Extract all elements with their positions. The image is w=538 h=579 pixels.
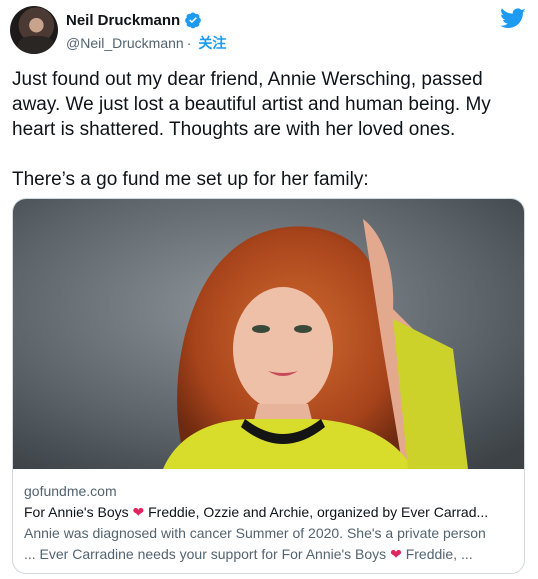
twitter-bird-icon[interactable] <box>500 8 526 30</box>
follow-button[interactable]: 关注 <box>198 33 226 53</box>
card-title[interactable]: For Annie's Boys ❤ Freddie, Ozzie and Ar… <box>24 502 514 523</box>
separator-dot: · <box>186 35 192 51</box>
card-meta: gofundme.com For Annie's Boys ❤ Freddie,… <box>24 481 514 565</box>
card-image[interactable] <box>13 199 525 469</box>
heart-icon-2: ❤ <box>390 546 402 562</box>
tweet-header: Neil Druckmann @Neil_Druckmann · 关注 <box>10 6 528 58</box>
card-description-line-1: Annie was diagnosed with cancer Summer o… <box>24 525 486 541</box>
card-desc-line2-start: ... Ever Carradine needs your support fo… <box>24 546 391 562</box>
author-handle-row: @Neil_Druckmann · 关注 <box>66 33 226 53</box>
card-title-start: For Annie's Boys <box>24 504 133 520</box>
author-name-row: Neil Druckmann <box>66 11 202 29</box>
card-description: Annie was diagnosed with cancer Summer o… <box>24 523 514 565</box>
heart-icon: ❤ <box>132 504 145 520</box>
card-description-line-2: ... Ever Carradine needs your support fo… <box>24 544 514 565</box>
tweet-text: Just found out my dear friend, Annie Wer… <box>12 69 491 190</box>
author-handle[interactable]: @Neil_Druckmann <box>66 35 184 51</box>
card-desc-line2-end: Freddie, ... <box>401 546 473 562</box>
link-card[interactable]: gofundme.com For Annie's Boys ❤ Freddie,… <box>12 198 525 574</box>
verified-badge-icon <box>185 12 202 29</box>
card-title-end: Freddie, Ozzie and Archie, organized by … <box>144 504 489 520</box>
avatar[interactable] <box>10 6 58 54</box>
card-domain[interactable]: gofundme.com <box>24 481 514 502</box>
author-name[interactable]: Neil Druckmann <box>66 12 180 29</box>
